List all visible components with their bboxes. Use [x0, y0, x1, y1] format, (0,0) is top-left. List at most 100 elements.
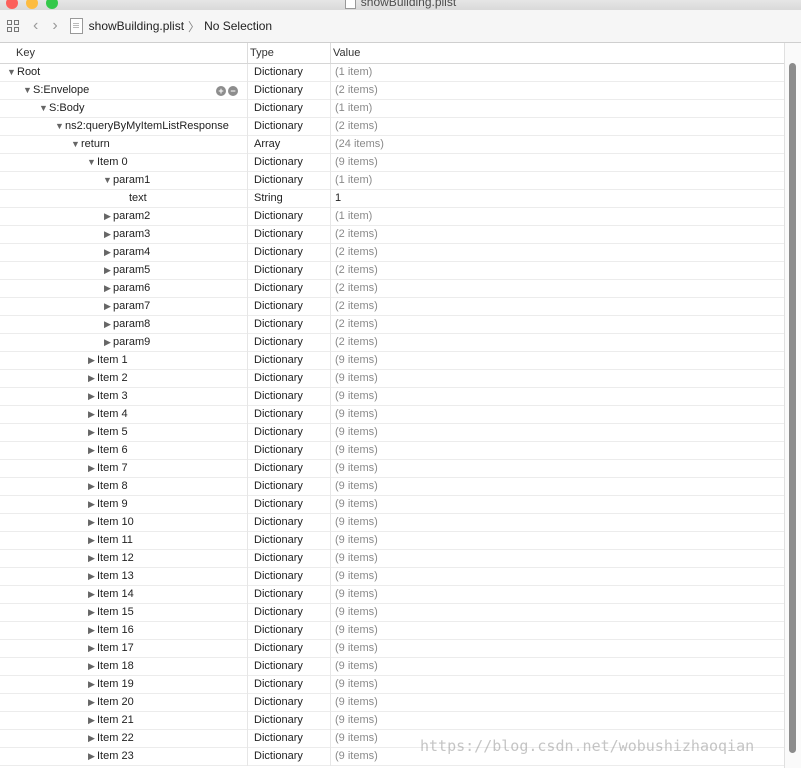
disclosure-collapsed-icon[interactable]: ▶: [86, 514, 97, 531]
key-cell[interactable]: ▶ param7: [102, 298, 150, 316]
value-cell[interactable]: (9 items): [335, 424, 378, 441]
value-cell[interactable]: (2 items): [335, 262, 378, 279]
disclosure-collapsed-icon[interactable]: ▶: [86, 496, 97, 513]
value-cell[interactable]: (9 items): [335, 712, 378, 729]
key-cell[interactable]: ▼ns2:queryByMyItemListResponse: [54, 118, 229, 136]
key-cell[interactable]: ▶ param6: [102, 280, 150, 298]
value-cell[interactable]: (9 items): [335, 460, 378, 477]
value-cell[interactable]: 1: [335, 190, 341, 207]
vertical-scrollbar[interactable]: [784, 43, 801, 768]
type-cell[interactable]: Dictionary: [254, 514, 303, 531]
row-return[interactable]: ▼return Array (24 items): [0, 136, 784, 154]
key-cell[interactable]: ▶ Item 7: [86, 460, 128, 478]
disclosure-expanded-icon[interactable]: ▼: [38, 100, 49, 117]
key-cell[interactable]: ▼Item 0: [86, 154, 128, 172]
row-param5[interactable]: ▶ param5 Dictionary (2 items): [0, 262, 784, 280]
key-cell[interactable]: ▶ param9: [102, 334, 150, 352]
value-cell[interactable]: (1 item): [335, 100, 372, 117]
type-cell[interactable]: String: [254, 190, 283, 207]
disclosure-collapsed-icon[interactable]: ▶: [86, 640, 97, 657]
disclosure-collapsed-icon[interactable]: ▶: [86, 586, 97, 603]
type-cell[interactable]: Dictionary: [254, 244, 303, 261]
scrollbar-thumb[interactable]: [789, 63, 796, 753]
value-cell[interactable]: (9 items): [335, 406, 378, 423]
disclosure-collapsed-icon[interactable]: ▶: [86, 604, 97, 621]
row-item-19[interactable]: ▶ Item 19 Dictionary (9 items): [0, 676, 784, 694]
type-cell[interactable]: Dictionary: [254, 550, 303, 567]
row-item-11[interactable]: ▶ Item 11 Dictionary (9 items): [0, 532, 784, 550]
column-divider[interactable]: [247, 43, 248, 63]
row-ns2-response[interactable]: ▼ns2:queryByMyItemListResponse Dictionary…: [0, 118, 784, 136]
row-item-10[interactable]: ▶ Item 10 Dictionary (9 items): [0, 514, 784, 532]
type-cell[interactable]: Dictionary: [254, 280, 303, 297]
type-cell[interactable]: Dictionary: [254, 424, 303, 441]
type-cell[interactable]: Dictionary: [254, 442, 303, 459]
key-cell[interactable]: ▶ param5: [102, 262, 150, 280]
breadcrumb-file[interactable]: showBuilding.plist: [89, 19, 184, 33]
type-cell[interactable]: Dictionary: [254, 100, 303, 117]
key-cell[interactable]: ▶ Item 14: [86, 586, 134, 604]
value-cell[interactable]: (2 items): [335, 280, 378, 297]
disclosure-collapsed-icon[interactable]: ▶: [102, 316, 113, 333]
type-cell[interactable]: Dictionary: [254, 226, 303, 243]
type-cell[interactable]: Dictionary: [254, 172, 303, 189]
type-cell[interactable]: Dictionary: [254, 568, 303, 585]
disclosure-collapsed-icon[interactable]: ▶: [86, 730, 97, 747]
row-item-20[interactable]: ▶ Item 20 Dictionary (9 items): [0, 694, 784, 712]
value-cell[interactable]: (2 items): [335, 226, 378, 243]
key-cell[interactable]: ▶ Item 23: [86, 748, 134, 766]
row-item-9[interactable]: ▶ Item 9 Dictionary (9 items): [0, 496, 784, 514]
key-cell[interactable]: ▶ Item 1: [86, 352, 128, 370]
type-cell[interactable]: Dictionary: [254, 406, 303, 423]
key-cell[interactable]: ▶ Item 13: [86, 568, 134, 586]
breadcrumb-selection[interactable]: No Selection: [204, 19, 272, 33]
column-divider[interactable]: [330, 43, 331, 63]
value-cell[interactable]: (9 items): [335, 370, 378, 387]
type-cell[interactable]: Dictionary: [254, 532, 303, 549]
type-cell[interactable]: Dictionary: [254, 730, 303, 747]
type-cell[interactable]: Dictionary: [254, 622, 303, 639]
row-item-17[interactable]: ▶ Item 17 Dictionary (9 items): [0, 640, 784, 658]
type-cell[interactable]: Dictionary: [254, 604, 303, 621]
disclosure-collapsed-icon[interactable]: ▶: [86, 658, 97, 675]
column-header-type[interactable]: Type: [250, 43, 274, 63]
row-item-16[interactable]: ▶ Item 16 Dictionary (9 items): [0, 622, 784, 640]
row-root[interactable]: ▼Root Dictionary (1 item): [0, 64, 784, 82]
row-item-14[interactable]: ▶ Item 14 Dictionary (9 items): [0, 586, 784, 604]
value-cell[interactable]: (9 items): [335, 496, 378, 513]
chevron-left-icon[interactable]: ‹: [33, 18, 38, 34]
type-cell[interactable]: Dictionary: [254, 154, 303, 171]
disclosure-collapsed-icon[interactable]: ▶: [102, 226, 113, 243]
type-cell[interactable]: Dictionary: [254, 334, 303, 351]
type-cell[interactable]: Dictionary: [254, 460, 303, 477]
key-cell[interactable]: ▶ Item 8: [86, 478, 128, 496]
key-cell[interactable]: ▶ Item 6: [86, 442, 128, 460]
type-cell[interactable]: Dictionary: [254, 712, 303, 729]
disclosure-collapsed-icon[interactable]: ▶: [86, 406, 97, 423]
row-item-13[interactable]: ▶ Item 13 Dictionary (9 items): [0, 568, 784, 586]
row-param1[interactable]: ▼param1 Dictionary (1 item): [0, 172, 784, 190]
disclosure-collapsed-icon[interactable]: ▶: [102, 334, 113, 351]
value-cell[interactable]: (2 items): [335, 244, 378, 261]
disclosure-collapsed-icon[interactable]: ▶: [86, 352, 97, 369]
row-param7[interactable]: ▶ param7 Dictionary (2 items): [0, 298, 784, 316]
remove-row-icon[interactable]: −: [228, 86, 238, 96]
key-cell[interactable]: ▶ Item 19: [86, 676, 134, 694]
key-cell[interactable]: ▶ param2: [102, 208, 150, 226]
disclosure-expanded-icon[interactable]: ▼: [86, 154, 97, 171]
value-cell[interactable]: (2 items): [335, 334, 378, 351]
row-param6[interactable]: ▶ param6 Dictionary (2 items): [0, 280, 784, 298]
value-cell[interactable]: (2 items): [335, 316, 378, 333]
key-cell[interactable]: ▶ Item 10: [86, 514, 134, 532]
disclosure-collapsed-icon[interactable]: ▶: [86, 694, 97, 711]
row-item-6[interactable]: ▶ Item 6 Dictionary (9 items): [0, 442, 784, 460]
value-cell[interactable]: (2 items): [335, 298, 378, 315]
row-text[interactable]: text String 1: [0, 190, 784, 208]
value-cell[interactable]: (2 items): [335, 82, 378, 99]
type-cell[interactable]: Dictionary: [254, 208, 303, 225]
value-cell[interactable]: (9 items): [335, 730, 378, 747]
column-header-value[interactable]: Value: [333, 43, 360, 63]
key-cell[interactable]: ▶ Item 3: [86, 388, 128, 406]
value-cell[interactable]: (9 items): [335, 640, 378, 657]
type-cell[interactable]: Array: [254, 136, 280, 153]
